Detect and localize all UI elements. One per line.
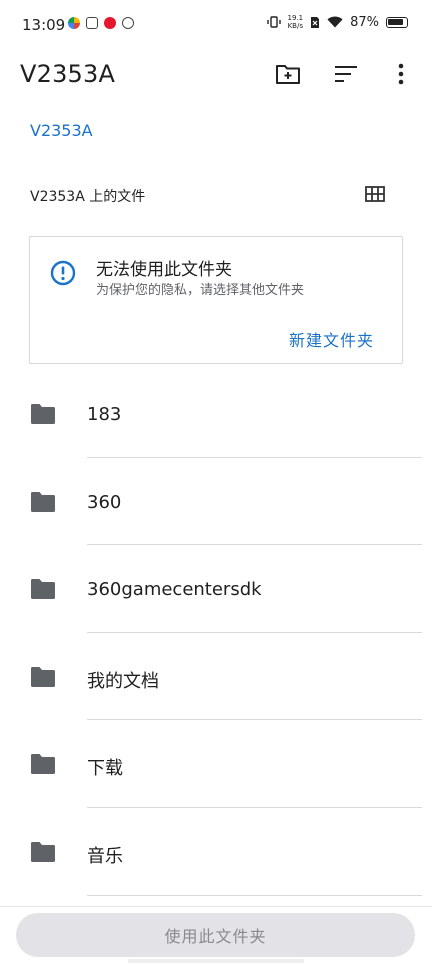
folder-icon xyxy=(31,404,55,424)
net-speed-unit: KB/s xyxy=(287,22,303,30)
status-right: 19.1 KB/s 87% xyxy=(266,14,408,30)
folder-name: 183 xyxy=(87,404,122,425)
folder-icon xyxy=(31,579,55,600)
new-folder-icon xyxy=(276,65,300,84)
app-bar: V2353A xyxy=(0,52,432,96)
more-options-button[interactable] xyxy=(385,58,417,90)
app-notification-icon xyxy=(68,17,80,29)
net-speed-value: 19.1 xyxy=(287,14,304,22)
info-icon xyxy=(50,260,76,286)
create-folder-button[interactable]: 新建文件夹 xyxy=(289,327,374,351)
new-folder-button[interactable] xyxy=(272,58,304,90)
app-notification-icon xyxy=(122,17,134,29)
status-bar: 13:09 19.1 KB/s 87% xyxy=(0,0,432,52)
app-notification-icon xyxy=(86,17,98,29)
use-this-folder-button[interactable]: 使用此文件夹 xyxy=(16,913,415,957)
folder-name: 360gamecentersdk xyxy=(87,579,262,601)
weibo-icon xyxy=(104,17,116,29)
folder-name: 下载 xyxy=(87,758,123,780)
list-item[interactable]: 360 xyxy=(0,458,432,546)
grid-view-button[interactable] xyxy=(363,184,387,204)
folder-icon xyxy=(31,491,55,512)
status-time: 13:09 xyxy=(22,16,66,34)
battery-percent: 87% xyxy=(350,14,379,30)
divider xyxy=(87,894,422,896)
folder-name: 360 xyxy=(87,491,122,513)
warning-title: 无法使用此文件夹 xyxy=(96,260,232,280)
no-sim-icon xyxy=(311,16,320,28)
grid-view-icon xyxy=(365,186,385,202)
home-indicator[interactable] xyxy=(128,959,304,963)
list-item[interactable]: 下载 xyxy=(0,720,432,808)
more-vert-icon xyxy=(398,63,404,85)
folder-name: 音乐 xyxy=(87,845,123,867)
list-item[interactable]: 我的文档 xyxy=(0,633,432,721)
sort-button[interactable] xyxy=(330,58,362,90)
folder-icon xyxy=(31,754,55,775)
section-title: V2353A 上的文件 xyxy=(30,189,146,205)
warning-subtitle: 为保护您的隐私，请选择其他文件夹 xyxy=(96,283,305,298)
sort-icon xyxy=(335,66,357,82)
list-item[interactable]: 360gamecentersdk xyxy=(0,545,432,633)
vibrate-icon xyxy=(266,16,281,28)
list-item[interactable]: 183 xyxy=(0,370,432,458)
battery-icon xyxy=(386,16,408,28)
folder-list: 183 360 360gamecentersdk 我的文档 下载 音乐 xyxy=(0,370,432,896)
wifi-icon xyxy=(327,16,343,28)
breadcrumb[interactable]: V2353A xyxy=(30,121,93,140)
notification-icons xyxy=(68,17,134,29)
bottom-divider xyxy=(0,906,432,907)
list-item[interactable]: 音乐 xyxy=(0,808,432,896)
folder-icon xyxy=(31,666,55,687)
net-speed: 19.1 KB/s xyxy=(288,14,304,30)
warning-card: 无法使用此文件夹 为保护您的隐私，请选择其他文件夹 新建文件夹 xyxy=(29,236,403,364)
page-title: V2353A xyxy=(20,60,116,88)
folder-name: 我的文档 xyxy=(87,670,159,692)
folder-icon xyxy=(31,841,55,862)
